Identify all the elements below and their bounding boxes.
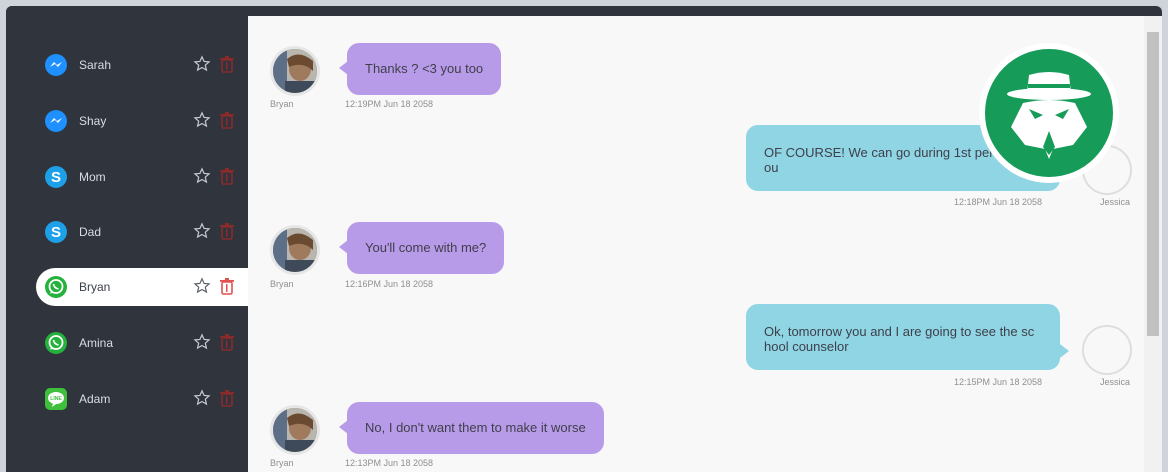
- trash-icon[interactable]: [219, 333, 235, 351]
- message-text: You'll come with me?: [365, 240, 487, 255]
- contact-name: Bryan: [79, 280, 111, 294]
- trash-icon[interactable]: [219, 277, 235, 295]
- star-icon[interactable]: [193, 167, 211, 185]
- whatsapp-icon: [44, 275, 68, 299]
- message-text: Ok, tomorrow you and I are going to see …: [764, 324, 1035, 339]
- message-bubble[interactable]: Ok, tomorrow you and I are going to see …: [746, 304, 1060, 370]
- star-icon[interactable]: [193, 389, 211, 407]
- sender-name: Bryan: [270, 279, 294, 289]
- message-timestamp: 12:19PM Jun 18 2058: [345, 99, 434, 109]
- line-icon: LINE: [44, 387, 68, 411]
- contact-item-bryan[interactable]: Bryan: [36, 268, 248, 306]
- contact-name: Amina: [79, 336, 114, 350]
- skype-icon: S: [44, 165, 68, 189]
- message-text: Thanks ? <3 you too: [365, 61, 484, 76]
- sender-name: Bryan: [270, 458, 294, 468]
- contacts-sidebar: Sarah Shay S Mom S Dad Bryan Amina LINE …: [6, 6, 248, 472]
- spy-badge: [979, 43, 1119, 183]
- message-timestamp: 12:16PM Jun 18 2058: [345, 279, 434, 289]
- sender-name: Jessica: [1100, 377, 1131, 387]
- contact-name: Sarah: [79, 58, 112, 72]
- trash-icon[interactable]: [219, 167, 235, 185]
- message-timestamp: 12:18PM Jun 18 2058: [954, 197, 1043, 207]
- message-timestamp: 12:13PM Jun 18 2058: [345, 458, 434, 468]
- messenger-icon: [44, 109, 68, 133]
- sender-name: Bryan: [270, 99, 294, 109]
- trash-icon[interactable]: [219, 222, 235, 240]
- star-icon[interactable]: [193, 277, 211, 295]
- svg-text:S: S: [51, 224, 61, 241]
- svg-text:LINE: LINE: [50, 396, 62, 402]
- contact-name: Mom: [79, 170, 106, 184]
- skype-icon: S: [44, 220, 68, 244]
- contact-item-shay[interactable]: Shay: [36, 102, 248, 140]
- sender-name: Jessica: [1100, 197, 1131, 207]
- svg-text:S: S: [51, 169, 61, 186]
- spy-icon: [985, 49, 1113, 177]
- message-bubble[interactable]: You'll come with me?: [347, 222, 505, 274]
- message-bubble[interactable]: Thanks ? <3 you too: [347, 43, 502, 95]
- message-text: No, I don't want them to make it worse: [365, 420, 586, 435]
- contact-name: Dad: [79, 225, 102, 239]
- scrollbar-thumb[interactable]: [1147, 32, 1159, 336]
- message-bubble[interactable]: No, I don't want them to make it worse: [347, 402, 604, 454]
- avatar: [1082, 325, 1132, 375]
- avatar: [270, 405, 320, 455]
- star-icon[interactable]: [193, 333, 211, 351]
- trash-icon[interactable]: [219, 111, 235, 129]
- message-text: hool counselor: [764, 339, 849, 354]
- contact-item-mom[interactable]: S Mom: [36, 158, 248, 196]
- whatsapp-icon: [44, 331, 68, 355]
- contact-item-amina[interactable]: Amina: [36, 324, 248, 362]
- bubble-tail: [1060, 344, 1069, 358]
- contact-item-dad[interactable]: S Dad: [36, 213, 248, 251]
- messenger-icon: [44, 53, 68, 77]
- star-icon[interactable]: [193, 222, 211, 240]
- contact-name: Adam: [79, 392, 111, 406]
- trash-icon[interactable]: [219, 389, 235, 407]
- avatar: [270, 225, 320, 275]
- message-timestamp: 12:15PM Jun 18 2058: [954, 377, 1043, 387]
- contact-name: Shay: [79, 114, 107, 128]
- avatar: [270, 46, 320, 96]
- contact-item-sarah[interactable]: Sarah: [36, 46, 248, 84]
- contact-item-adam[interactable]: LINE Adam: [36, 380, 248, 418]
- star-icon[interactable]: [193, 111, 211, 129]
- trash-icon[interactable]: [219, 55, 235, 73]
- star-icon[interactable]: [193, 55, 211, 73]
